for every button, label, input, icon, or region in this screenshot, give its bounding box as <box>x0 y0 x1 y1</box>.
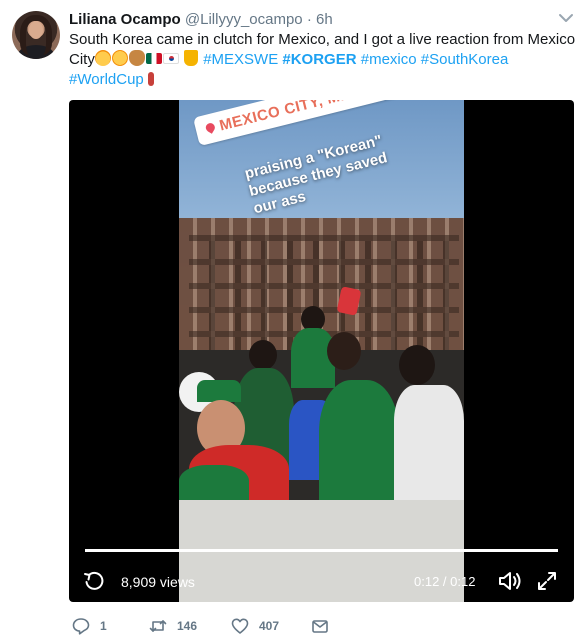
author-name[interactable]: Liliana Ocampo <box>69 11 181 28</box>
video-frame[interactable]: MEXICO CITY, MEXICO praising a "Korean" … <box>179 100 464 602</box>
person-shirt <box>394 385 464 505</box>
avatar-face <box>29 21 43 39</box>
fullscreen-icon[interactable] <box>536 570 558 592</box>
person-jersey <box>179 465 249 505</box>
person-head <box>399 345 435 385</box>
chevron-down-icon[interactable] <box>556 10 576 26</box>
person-jersey <box>319 380 399 510</box>
hashtag-link[interactable]: #MEXSWE <box>203 51 278 68</box>
tweet-header: Liliana Ocampo @Lillyyy_ocampo · 6h <box>69 11 333 31</box>
hashtag-link[interactable]: #WorldCup <box>69 71 144 88</box>
retweet-icon <box>149 620 167 632</box>
separator-dot: · <box>306 11 312 28</box>
trophy-icon <box>184 50 199 66</box>
tweet-text-line-2: City #MEXSWE #KORGER #mexico #SouthKorea <box>69 50 574 70</box>
author-handle[interactable]: @Lillyyy_ocampo <box>185 11 303 28</box>
tweet-text-city: City <box>69 51 95 68</box>
direct-message-button[interactable] <box>311 615 329 637</box>
reply-count: 1 <box>100 619 107 633</box>
heart-icon <box>231 618 249 634</box>
hashtag-link[interactable]: #mexico <box>361 51 417 68</box>
tears-of-joy-face-icon <box>111 50 128 66</box>
video-controls: 8,909 views 0:12 / 0:12 <box>69 562 574 598</box>
microphone-icon <box>147 72 154 86</box>
tweet-actions: 1 146 407 <box>69 615 574 637</box>
south-korea-flag-icon <box>162 53 179 64</box>
person-head <box>249 340 277 370</box>
reply-icon <box>72 618 90 635</box>
volume-icon[interactable] <box>497 569 523 593</box>
retweet-count: 146 <box>177 619 198 633</box>
time-readout: 0:12 / 0:12 <box>414 574 476 589</box>
timestamp[interactable]: 6h <box>316 11 333 28</box>
progress-fill <box>85 549 558 552</box>
progress-bar[interactable] <box>85 549 558 552</box>
avatar[interactable] <box>12 11 60 59</box>
tweet-text: South Korea came in clutch for Mexico, a… <box>69 30 576 90</box>
location-sticker-text: MEXICO CITY, MEXICO <box>217 100 390 135</box>
clapping-hands-icon <box>128 50 145 66</box>
tweet-text-line-3: #WorldCup <box>69 70 574 90</box>
hashtag-link[interactable]: #KORGER <box>282 51 356 68</box>
envelope-icon <box>312 620 328 633</box>
reply-button[interactable]: 1 <box>72 615 107 637</box>
replay-icon[interactable] <box>83 570 105 592</box>
like-count: 407 <box>259 619 280 633</box>
mexico-flag-icon <box>145 53 162 64</box>
location-pin-icon <box>204 121 217 134</box>
video-player[interactable]: MEXICO CITY, MEXICO praising a "Korean" … <box>69 100 574 602</box>
view-count: 8,909 views <box>121 574 195 590</box>
person-cap <box>197 380 241 402</box>
video-caption: praising a "Korean" because they saved o… <box>243 131 390 218</box>
like-button[interactable]: 407 <box>231 615 279 637</box>
tweet-text-line-1: South Korea came in clutch for Mexico, a… <box>69 31 576 48</box>
hashtag-link[interactable]: #SouthKorea <box>421 51 509 68</box>
loudly-crying-face-icon <box>94 50 111 66</box>
retweet-button[interactable]: 146 <box>149 615 197 637</box>
person-head <box>327 332 361 370</box>
